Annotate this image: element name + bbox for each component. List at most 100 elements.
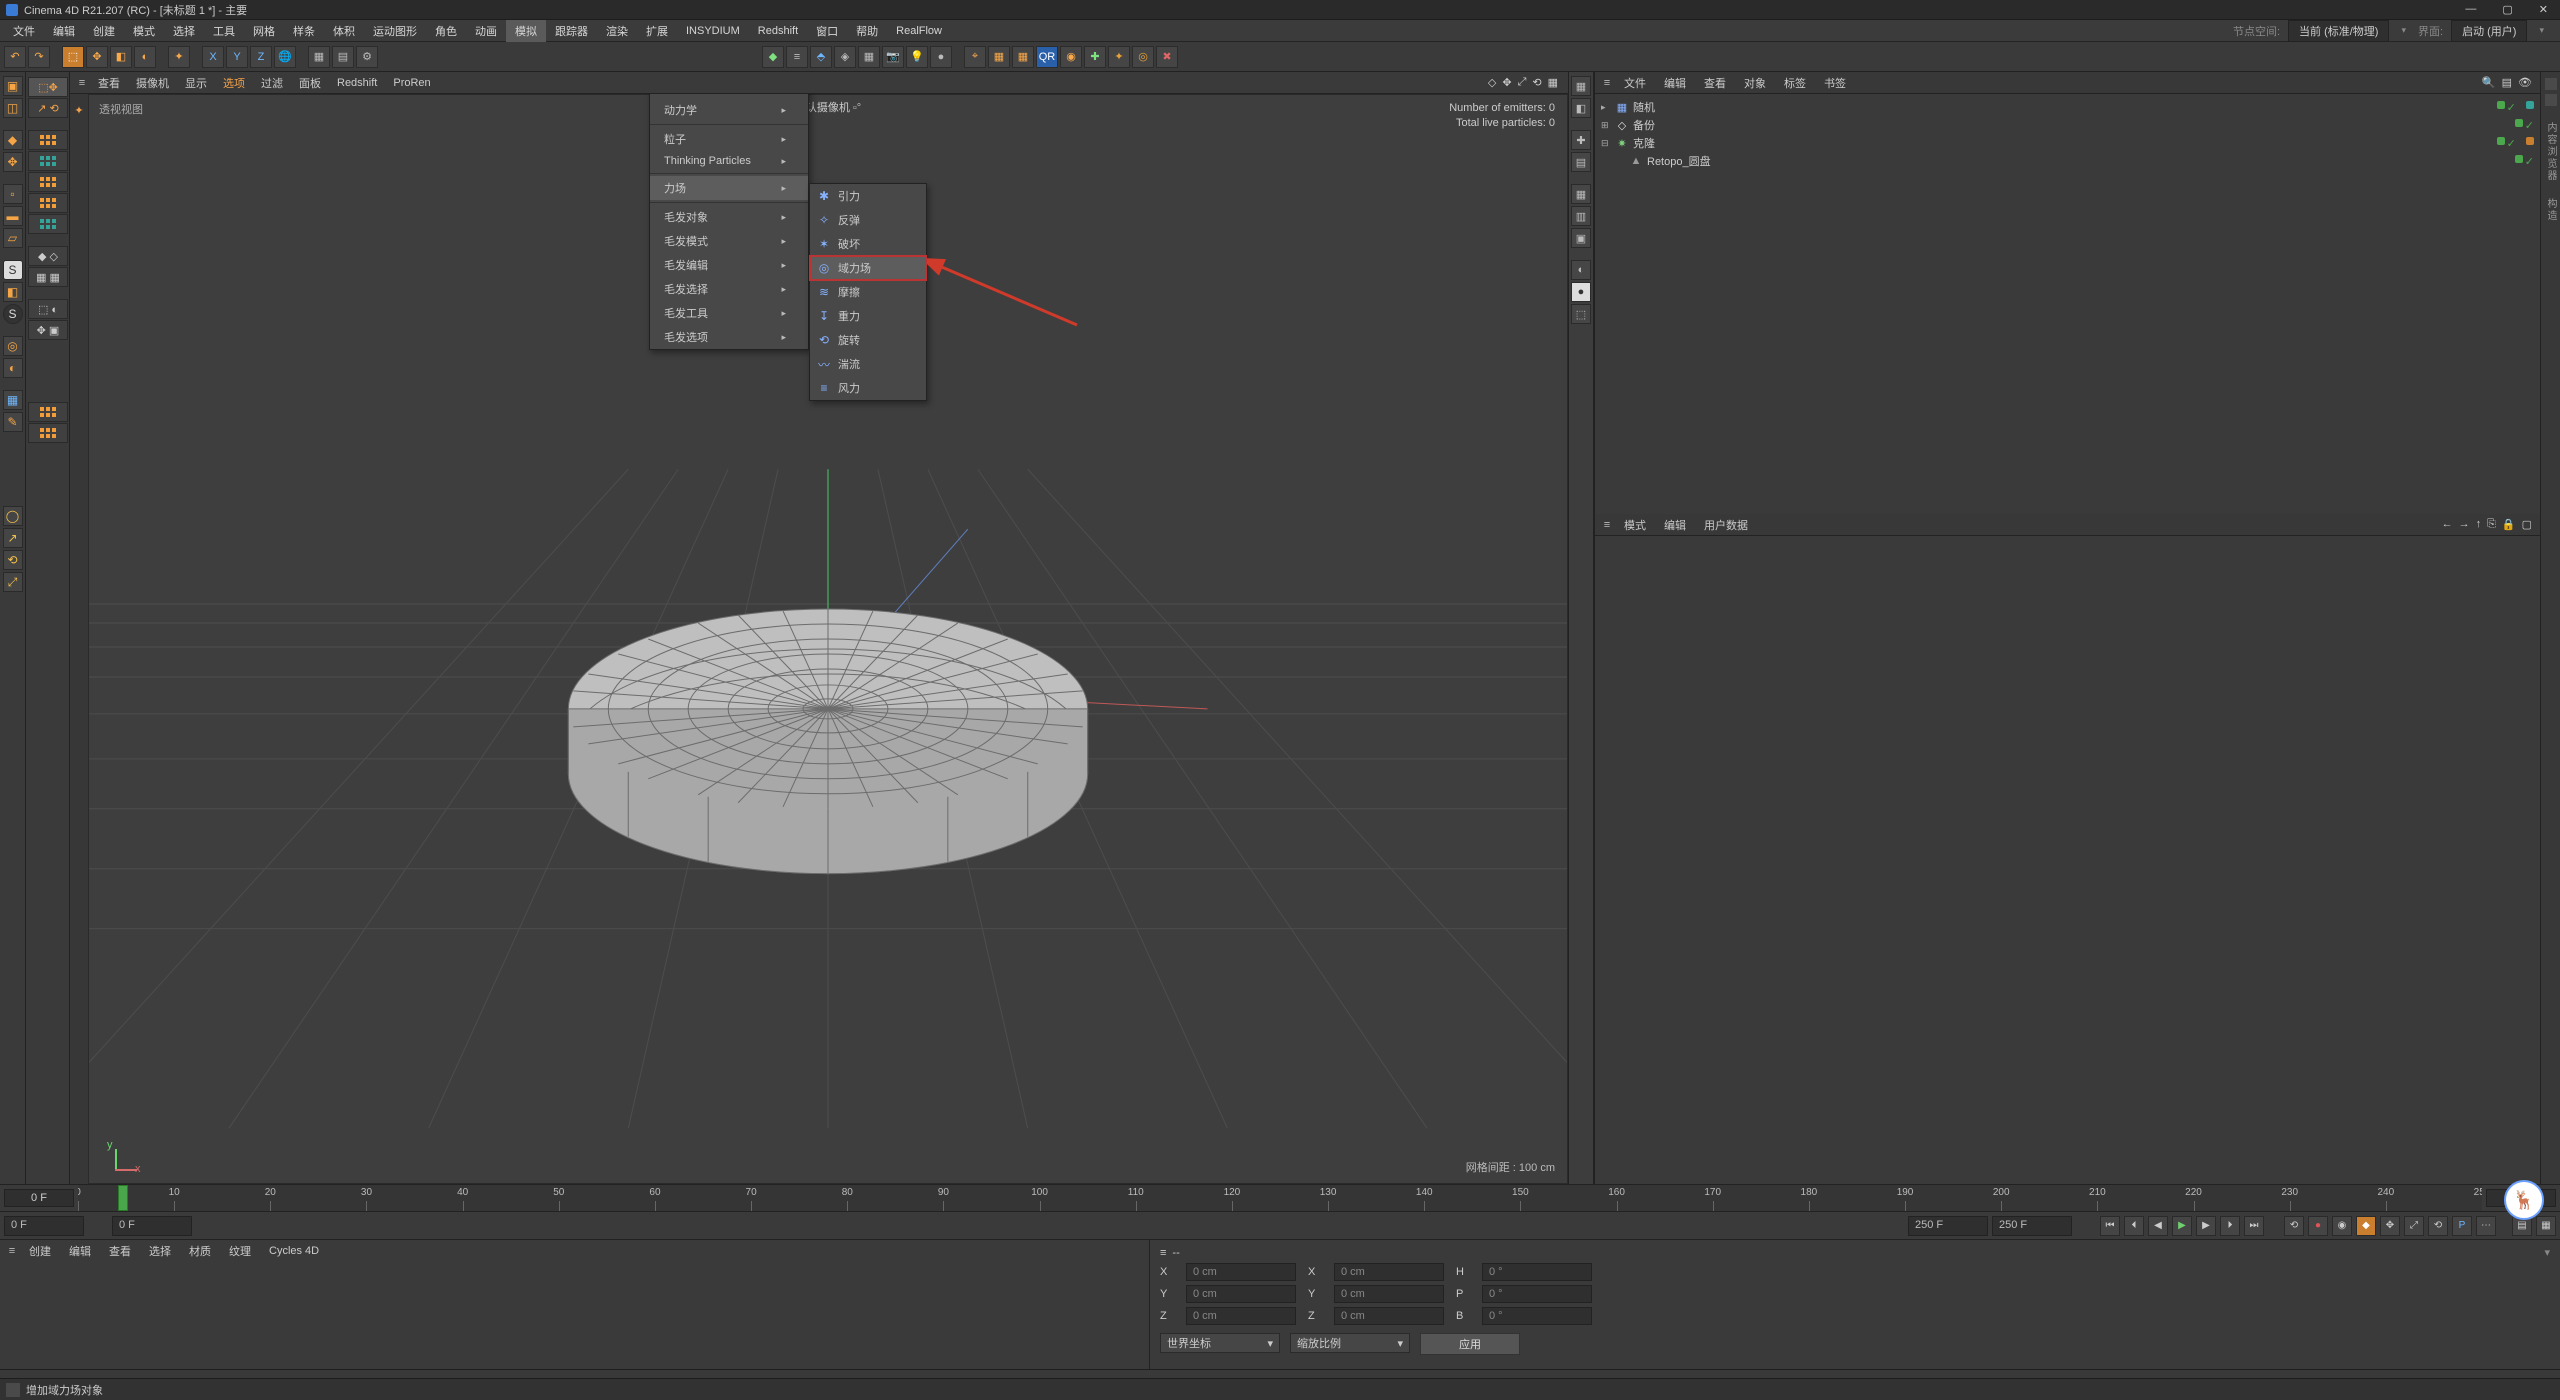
view-menu-prorender[interactable]: ProRen [385,74,438,92]
plugin-4-button[interactable]: ◎ [1132,46,1154,68]
size-y-field[interactable]: 0 cm [1334,1285,1444,1303]
view-menu-options[interactable]: 选项 [215,72,253,94]
hamburger-icon[interactable]: ≡ [1599,77,1615,89]
tree-row-cloner[interactable]: ⊟✷ 克隆 ✓ [1601,134,2534,152]
attr-tab-mode[interactable]: 模式 [1615,514,1655,536]
hamburger-icon[interactable]: ≡ [4,1245,20,1257]
hamburger-icon[interactable]: ≡ [74,77,90,89]
menu-particles[interactable]: 粒子▸ [650,127,808,151]
pos-y-field[interactable]: 0 cm [1186,1285,1296,1303]
view-menu-panel[interactable]: 面板 [291,72,329,94]
range-end-field[interactable]: 250 F [1908,1216,1988,1236]
om-tab-objects[interactable]: 对象 [1735,72,1775,94]
menu-realflow[interactable]: RealFlow [887,22,951,40]
menu-select[interactable]: 选择 [164,20,204,42]
render-region-button[interactable]: ▤ [332,46,354,68]
chevron-down-icon[interactable]: ▾ [2397,25,2410,36]
menu-mograph[interactable]: 运动图形 [364,20,426,42]
key-more-button[interactable]: ⋯ [2476,1216,2496,1236]
hamburger-icon[interactable]: ≡ [1599,519,1615,531]
menu-spline[interactable]: 样条 [284,20,324,42]
timeline-mode2-button[interactable]: ▦ [2536,1216,2556,1236]
axis-y-button[interactable]: Y [226,46,248,68]
tree-row-retopo[interactable]: ▲ Retopo_圆盘 ✓ [1601,152,2534,170]
mat-tab-view[interactable]: 查看 [100,1240,140,1262]
object-tree[interactable]: ▸▦ 随机 ✓ ⊞◇ 备份 ✓ ⊟✷ 克隆 ✓ ▲ Retopo_圆盘 ✓ [1595,94,2540,514]
point-mode-button[interactable]: ▫ [3,184,23,204]
view-menu-redshift[interactable]: Redshift [329,74,385,92]
light-button[interactable]: 💡 [906,46,928,68]
mat-tab-create[interactable]: 创建 [20,1240,60,1262]
force-gravity[interactable]: ↧重力 [810,304,926,328]
key-pos-button[interactable]: ✥ [2380,1216,2400,1236]
material-button[interactable]: ● [930,46,952,68]
recent-tool-button[interactable]: ✦ [168,46,190,68]
strip-btn-1[interactable]: ▦ [1571,76,1591,96]
snap-settings-button[interactable]: S [3,304,23,324]
goto-start-button[interactable]: ⏮ [2100,1216,2120,1236]
polygon-mode-button[interactable]: ▱ [3,228,23,248]
environment-button[interactable]: ▦ [858,46,880,68]
viewport-nav-3-icon[interactable]: ⤢ [1518,76,1527,89]
chevron-down-icon[interactable]: ▾ [2535,25,2548,36]
menu-file[interactable]: 文件 [4,20,44,42]
nav-up-icon[interactable]: ↑ [2476,518,2482,531]
hamburger-icon[interactable]: ≡ [1160,1247,1166,1259]
rot-p-field[interactable]: 0 ° [1482,1285,1592,1303]
tool-transform[interactable]: ↗ ⟲ [28,98,68,118]
plugin-3-button[interactable]: ✦ [1108,46,1130,68]
record-button[interactable]: ● [2308,1216,2328,1236]
isolate-button[interactable]: ◐ [3,358,23,378]
view-menu-camera[interactable]: 摄像机 [128,72,177,94]
strip-btn-4[interactable]: ▤ [1571,152,1591,172]
tool-patch-1[interactable] [28,402,68,422]
tool-grid-3[interactable] [28,172,68,192]
strip-btn-3[interactable]: ✚ [1571,130,1591,150]
menu-help[interactable]: 帮助 [847,20,887,42]
menu-hair-edit[interactable]: 毛发编辑▸ [650,253,808,277]
om-tab-edit[interactable]: 编辑 [1655,72,1695,94]
menu-mesh[interactable]: 网格 [244,20,284,42]
tool-cursors[interactable]: ⬚✥ [28,77,68,97]
menu-animate[interactable]: 动画 [466,20,506,42]
lasso-button[interactable]: ◯ [3,506,23,526]
axis-z-button[interactable]: Z [250,46,272,68]
maximize-button[interactable]: ▢ [2496,3,2518,16]
timeline-ruler[interactable]: 0102030405060708090100110120130140150160… [78,1185,2482,1211]
menu-volume[interactable]: 体积 [324,20,364,42]
force-friction[interactable]: ≋摩擦 [810,280,926,304]
coord-system-select[interactable]: 世界坐标▾ [1160,1333,1280,1353]
force-turbulence[interactable]: 〰湍流 [810,352,926,376]
view-menu-filter[interactable]: 过滤 [253,72,291,94]
menu-hair-select[interactable]: 毛发选择▸ [650,277,808,301]
axis-x-button[interactable]: X [202,46,224,68]
tool-grid-2[interactable] [28,151,68,171]
deformer-button[interactable]: ◈ [834,46,856,68]
layout-value[interactable]: 启动 (用户) [2451,20,2527,42]
viewport-nav-1-icon[interactable]: ◇ [1488,76,1496,89]
force-destructor[interactable]: ✶破坏 [810,232,926,256]
nav-fwd-icon[interactable]: → [2459,518,2470,531]
force-deflector[interactable]: ✧反弹 [810,208,926,232]
redo-button[interactable]: ↷ [28,46,50,68]
tool-misc-2[interactable]: ▦ ▦ [28,267,68,287]
mat-tab-cycles[interactable]: Cycles 4D [260,1242,328,1260]
range-start2-field[interactable]: 0 F [112,1216,192,1236]
gutter-btn-1[interactable] [2545,78,2557,90]
menu-render[interactable]: 渲染 [597,20,637,42]
menu-edit[interactable]: 编辑 [44,20,84,42]
keyframe-button[interactable]: ◆ [2356,1216,2376,1236]
filter-icon[interactable]: ▤ [2502,76,2512,89]
workplane-mode-button[interactable]: ◧ [3,282,23,302]
menu-simulate[interactable]: 模拟 [506,20,546,42]
select-tool-button[interactable]: ⬚ [62,46,84,68]
grid-button[interactable]: ▦ [1012,46,1034,68]
rot-b-field[interactable]: 0 ° [1482,1307,1592,1325]
key-param-button[interactable]: P [2452,1216,2472,1236]
viewport-nav-5-icon[interactable]: ▦ [1548,76,1558,89]
mat-tab-material[interactable]: 材质 [180,1240,220,1262]
scale-button[interactable]: ⤢ [3,572,23,592]
view-menu-view[interactable]: 查看 [90,72,128,94]
menu-character[interactable]: 角色 [426,20,466,42]
goto-end-button[interactable]: ⏭ [2244,1216,2264,1236]
